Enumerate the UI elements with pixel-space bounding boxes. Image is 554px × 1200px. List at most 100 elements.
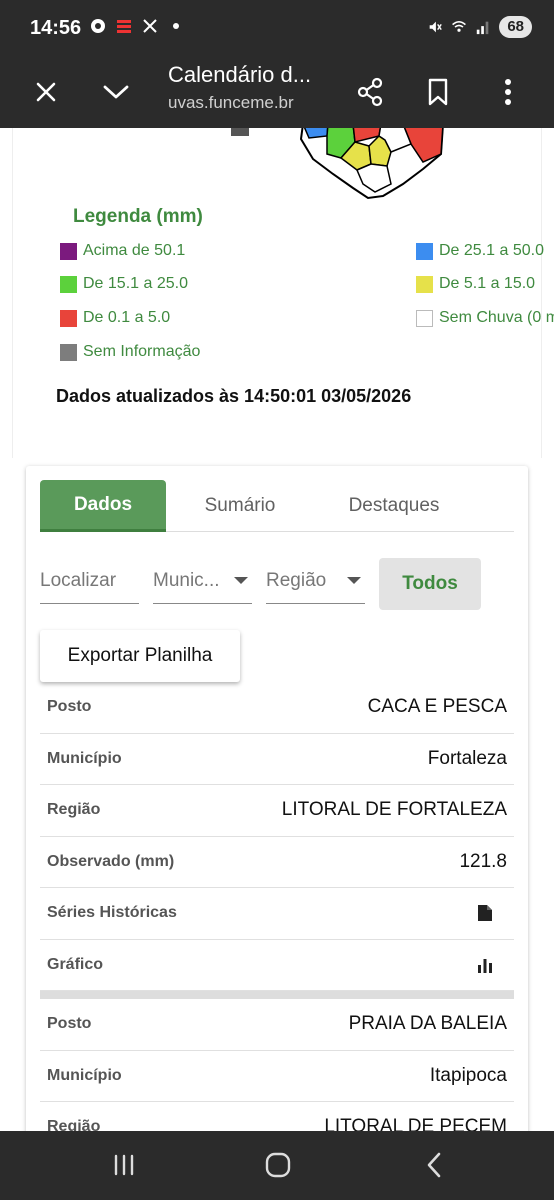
back-button[interactable] (412, 1147, 456, 1183)
todos-button[interactable]: Todos (379, 558, 481, 610)
search-placeholder: Localizar (40, 569, 117, 591)
legend-label: Sem Chuva (0 m (439, 309, 554, 326)
status-notification-icons (90, 18, 184, 34)
home-icon (265, 1152, 291, 1178)
municipio-select[interactable]: Munic... (153, 558, 252, 604)
tab-bar: Dados Sumário Destaques (40, 480, 514, 532)
row-value: CACA E PESCA (367, 696, 507, 718)
close-icon (36, 82, 56, 102)
legend-swatch (60, 242, 77, 260)
home-button[interactable] (256, 1147, 300, 1183)
wifi-icon (451, 19, 467, 35)
app-icon (116, 18, 132, 34)
more-options-button[interactable] (486, 70, 530, 114)
legend-item-15-25: De 15.1 a 25.0 (60, 275, 188, 293)
row-label: Posto (47, 1015, 92, 1033)
share-icon (357, 77, 383, 107)
page-title: Calendário d... (168, 62, 312, 87)
row-value: Itapipoca (429, 1064, 507, 1086)
record-separator (40, 991, 514, 999)
chevron-down-icon (234, 577, 248, 584)
records-list: Posto CACA E PESCA Município Fortaleza R… (40, 682, 514, 1131)
legend-swatch (60, 343, 77, 361)
status-bar: 14:56 68 (0, 0, 554, 56)
legend-swatch (60, 275, 77, 293)
back-icon (427, 1152, 441, 1178)
row-value: 121.8 (459, 850, 507, 872)
row-label: Gráfico (47, 955, 104, 973)
share-button[interactable] (348, 70, 392, 114)
x-icon (142, 18, 158, 34)
table-row: Município Itapipoca (40, 1051, 514, 1102)
table-row: Posto PRAIA DA BALEIA (40, 999, 514, 1051)
legend-item-0-5: De 0.1 a 5.0 (60, 309, 170, 327)
regiao-select[interactable]: Região (266, 558, 365, 604)
row-value: LITORAL DE PECEM (324, 1116, 507, 1131)
row-label: Município (47, 749, 122, 767)
tab-sumario[interactable]: Sumário (180, 480, 300, 532)
dot-icon (168, 18, 184, 34)
legend-item-5-15: De 5.1 a 15.0 (416, 275, 535, 293)
map-marker (231, 128, 249, 136)
rainfall-map (299, 128, 444, 200)
data-panel: Dados Sumário Destaques Localizar Munic.… (26, 466, 528, 1131)
row-label: Região (47, 801, 101, 819)
battery-indicator: 68 (499, 16, 532, 38)
document-icon[interactable] (477, 904, 493, 922)
bookmark-button[interactable] (416, 70, 460, 114)
legend-swatch (60, 309, 77, 327)
browser-toolbar: Calendário d... uvas.funceme.br (0, 56, 554, 128)
row-label: Posto (47, 698, 92, 716)
chrome-icon (90, 18, 106, 34)
legend-label: Acima de 50.1 (83, 242, 186, 259)
tab-dados[interactable]: Dados (40, 480, 166, 532)
table-row: Gráfico (40, 940, 514, 991)
recents-icon (114, 1154, 134, 1176)
legend-label: De 0.1 a 5.0 (83, 309, 171, 326)
legend-label: De 25.1 a 50.0 (439, 242, 544, 259)
system-nav-bar (0, 1131, 554, 1200)
collapse-button[interactable] (94, 70, 138, 114)
row-value: PRAIA DA BALEIA (348, 1013, 507, 1035)
row-label: Observado (mm) (47, 852, 175, 870)
table-row: Região LITORAL DE PECEM (40, 1102, 514, 1131)
legend-label: De 15.1 a 25.0 (83, 275, 188, 292)
mute-icon (427, 19, 443, 35)
legend-title: Legenda (mm) (73, 206, 203, 227)
page-url: uvas.funceme.br (168, 93, 294, 112)
row-label: Município (47, 1066, 122, 1084)
table-row: Região LITORAL DE FORTALEZA (40, 785, 514, 837)
table-row: Posto CACA E PESCA (40, 682, 514, 734)
bookmark-icon (428, 78, 448, 106)
legend-item-no-info: Sem Informação (60, 343, 200, 361)
municipio-select-value: Munic... (153, 569, 220, 591)
search-input[interactable]: Localizar (40, 558, 139, 604)
bar-chart-icon[interactable] (477, 956, 493, 974)
legend-swatch (416, 275, 433, 293)
table-row: Município Fortaleza (40, 734, 514, 785)
legend-item-above-50: Acima de 50.1 (60, 242, 185, 260)
status-time: 14:56 (30, 17, 82, 39)
recents-button[interactable] (102, 1147, 146, 1183)
row-label: Séries Históricas (47, 904, 177, 922)
legend-item-no-rain: Sem Chuva (0 m (416, 309, 554, 327)
map-legend-card: Legenda (mm) Acima de 50.1 De 25.1 a 50.… (12, 128, 554, 458)
chevron-down-icon (103, 85, 129, 99)
table-row: Séries Históricas (40, 888, 514, 940)
row-value: LITORAL DE FORTALEZA (281, 799, 507, 821)
more-icon (505, 79, 511, 105)
table-row: Observado (mm) 121.8 (40, 837, 514, 888)
legend-label: De 5.1 a 15.0 (439, 275, 536, 292)
legend-item-25-50: De 25.1 a 50.0 (416, 242, 544, 260)
last-updated-text: Dados atualizados às 14:50:01 03/05/2026 (56, 386, 412, 406)
page-content[interactable]: Legenda (mm) Acima de 50.1 De 25.1 a 50.… (0, 128, 554, 1131)
tab-destaques[interactable]: Destaques (320, 480, 468, 532)
signal-icon (475, 19, 491, 35)
legend-swatch (416, 309, 433, 327)
status-system-icons: 68 (427, 16, 532, 38)
legend-swatch (416, 242, 433, 260)
chevron-down-icon (347, 577, 361, 584)
row-value: Fortaleza (427, 747, 507, 769)
export-spreadsheet-button[interactable]: Exportar Planilha (40, 630, 240, 682)
close-button[interactable] (24, 70, 68, 114)
